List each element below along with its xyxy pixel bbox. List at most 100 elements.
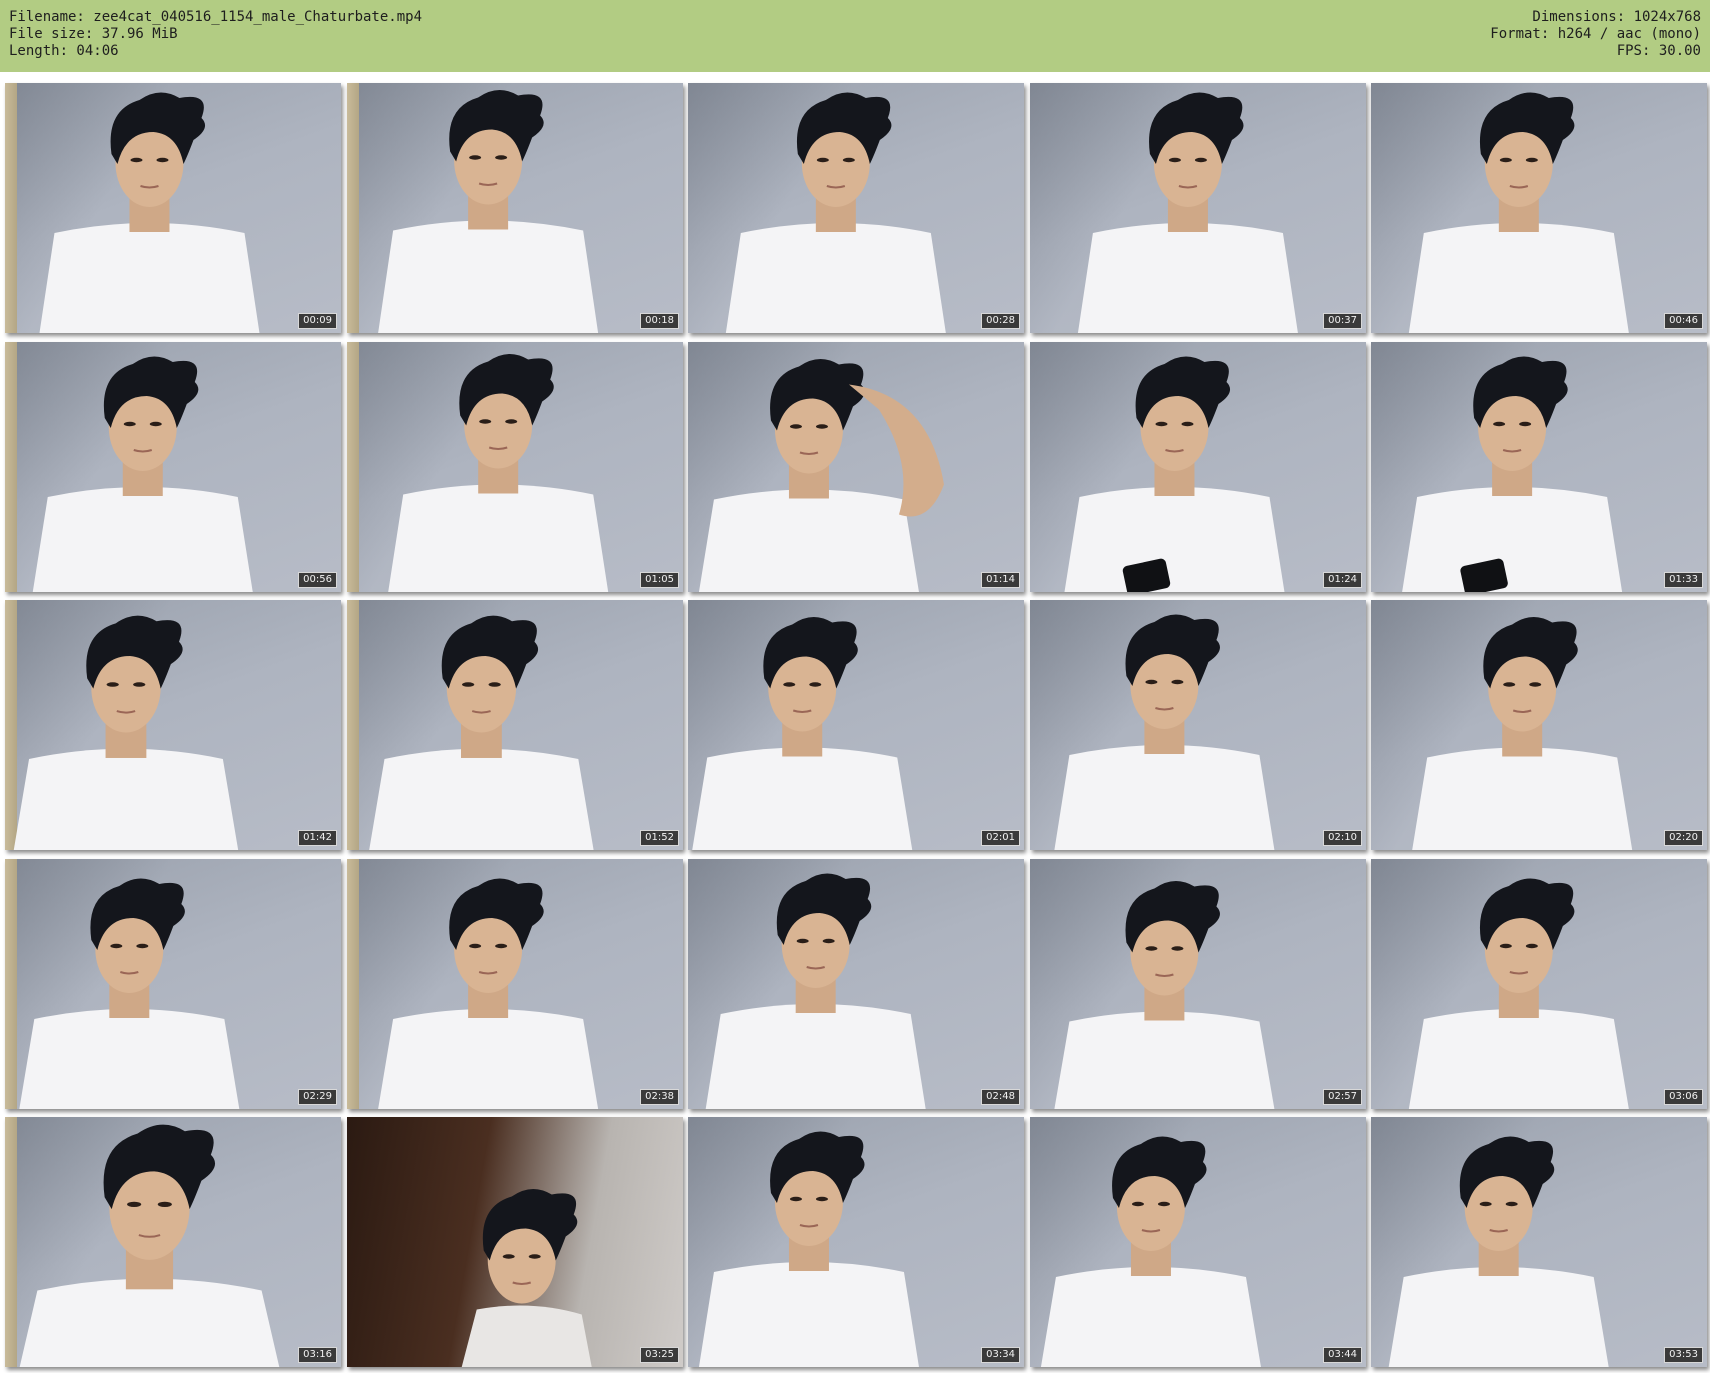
person-figure — [1064, 356, 1285, 592]
person-figure — [1388, 1136, 1609, 1367]
right-eye-shape — [1171, 946, 1184, 951]
right-eye-shape — [495, 943, 508, 949]
thumbnail-timestamp: 02:48 — [981, 1089, 1020, 1105]
thumbnail-timestamp: 01:24 — [1323, 572, 1362, 588]
right-eye-shape — [842, 157, 855, 163]
right-eye-shape — [1529, 682, 1542, 687]
person-figure — [369, 615, 594, 850]
video-thumbnail: 03:53 — [1371, 1117, 1707, 1367]
video-thumbnail: 03:06 — [1371, 859, 1707, 1109]
video-thumbnail: 02:38 — [347, 859, 683, 1109]
right-eye-shape — [1525, 943, 1538, 949]
left-eye-shape — [106, 682, 119, 687]
contact-sheet-header: Filename: zee4cat_040516_1154_male_Chatu… — [0, 0, 1710, 72]
video-thumbnail: 03:25 — [347, 1117, 683, 1367]
thumbnail-timestamp: 02:01 — [981, 830, 1020, 846]
filename-text: Filename: zee4cat_040516_1154_male_Chatu… — [9, 9, 423, 25]
video-thumbnail: 02:20 — [1371, 600, 1707, 850]
left-eye-shape — [123, 421, 136, 427]
shirt-shape — [1054, 1011, 1275, 1109]
thumbnail-timestamp: 02:57 — [1323, 1089, 1362, 1105]
thumbnail-timestamp: 01:42 — [298, 830, 337, 846]
right-eye-shape — [136, 943, 149, 949]
dimensions-text: Dimensions: 1024x768 — [1532, 9, 1701, 25]
thumbnail-timestamp: 01:52 — [640, 830, 679, 846]
thumbnail-timestamp: 03:44 — [1323, 1347, 1362, 1363]
shirt-shape — [369, 748, 594, 850]
shirt-shape — [378, 1009, 599, 1109]
thumbnail-timestamp: 02:38 — [640, 1089, 679, 1105]
person-figure — [1408, 878, 1629, 1109]
shirt-shape — [1408, 223, 1629, 333]
right-eye-shape — [809, 682, 822, 687]
person-figure — [1040, 1136, 1261, 1367]
video-thumbnail: 00:46 — [1371, 83, 1707, 333]
right-eye-shape — [815, 1196, 828, 1202]
thumbnail-timestamp: 00:09 — [298, 313, 337, 329]
person-figure — [1402, 356, 1623, 592]
shirt-shape — [19, 1009, 240, 1109]
video-thumbnail: 00:18 — [347, 83, 683, 333]
left-eye-shape — [127, 1201, 142, 1207]
thumbnail-timestamp: 03:06 — [1664, 1089, 1703, 1105]
file-info: Filename: zee4cat_040516_1154_male_Chatu… — [9, 9, 422, 60]
shirt-shape — [461, 1305, 592, 1367]
person-figure — [13, 615, 239, 850]
person-figure — [32, 356, 253, 592]
video-thumbnail: 02:10 — [1030, 600, 1366, 850]
video-thumbnail: 01:14 — [688, 342, 1024, 592]
video-thumbnail: 01:33 — [1371, 342, 1707, 592]
stream-info: Dimensions: 1024x768 Format: h264 / aac … — [1490, 9, 1701, 60]
thumbnail-timestamp: 00:37 — [1323, 313, 1362, 329]
right-eye-shape — [157, 1201, 172, 1207]
length-text: Length: 04:06 — [9, 43, 119, 59]
thumbnail-timestamp: 01:33 — [1664, 572, 1703, 588]
right-eye-shape — [505, 419, 518, 424]
video-thumbnail: 01:24 — [1030, 342, 1366, 592]
shirt-shape — [1408, 1009, 1629, 1109]
person-figure — [19, 1124, 280, 1367]
video-thumbnail: 03:34 — [688, 1117, 1024, 1367]
left-eye-shape — [1155, 421, 1168, 427]
right-eye-shape — [1525, 157, 1538, 163]
person-figure — [705, 873, 926, 1109]
shirt-shape — [725, 223, 946, 333]
right-eye-shape — [156, 157, 169, 163]
left-eye-shape — [783, 682, 796, 687]
video-thumbnail: 02:29 — [5, 859, 341, 1109]
shirt-shape — [698, 489, 919, 592]
filesize-text: File size: 37.96 MiB — [9, 26, 178, 42]
shirt-shape — [698, 1262, 919, 1367]
left-eye-shape — [1499, 157, 1512, 163]
person-figure — [692, 616, 913, 850]
left-eye-shape — [462, 682, 475, 687]
right-eye-shape — [822, 938, 835, 944]
right-eye-shape — [1519, 421, 1532, 427]
left-eye-shape — [130, 157, 143, 163]
shirt-shape — [19, 1278, 280, 1367]
video-thumbnail: 02:57 — [1030, 859, 1366, 1109]
person-figure — [1408, 92, 1629, 333]
shirt-shape — [1040, 1267, 1261, 1367]
shirt-shape — [1388, 1267, 1609, 1367]
video-thumbnail: 03:44 — [1030, 1117, 1366, 1367]
video-thumbnail: 01:52 — [347, 600, 683, 850]
video-thumbnail: 01:42 — [5, 600, 341, 850]
left-eye-shape — [479, 419, 492, 424]
left-eye-shape — [1499, 943, 1512, 949]
left-eye-shape — [469, 155, 482, 160]
shirt-shape — [705, 1004, 926, 1109]
left-eye-shape — [789, 424, 802, 429]
shirt-shape — [378, 220, 599, 333]
left-eye-shape — [469, 943, 482, 949]
video-thumbnail: 00:28 — [688, 83, 1024, 333]
left-eye-shape — [1145, 679, 1158, 685]
right-eye-shape — [488, 682, 501, 687]
person-figure — [1412, 616, 1633, 850]
person-figure — [1054, 614, 1275, 850]
left-eye-shape — [1503, 682, 1516, 687]
thumbnail-timestamp: 00:28 — [981, 313, 1020, 329]
right-eye-shape — [528, 1254, 541, 1259]
left-eye-shape — [789, 1196, 802, 1202]
thumbnail-timestamp: 02:10 — [1323, 830, 1362, 846]
